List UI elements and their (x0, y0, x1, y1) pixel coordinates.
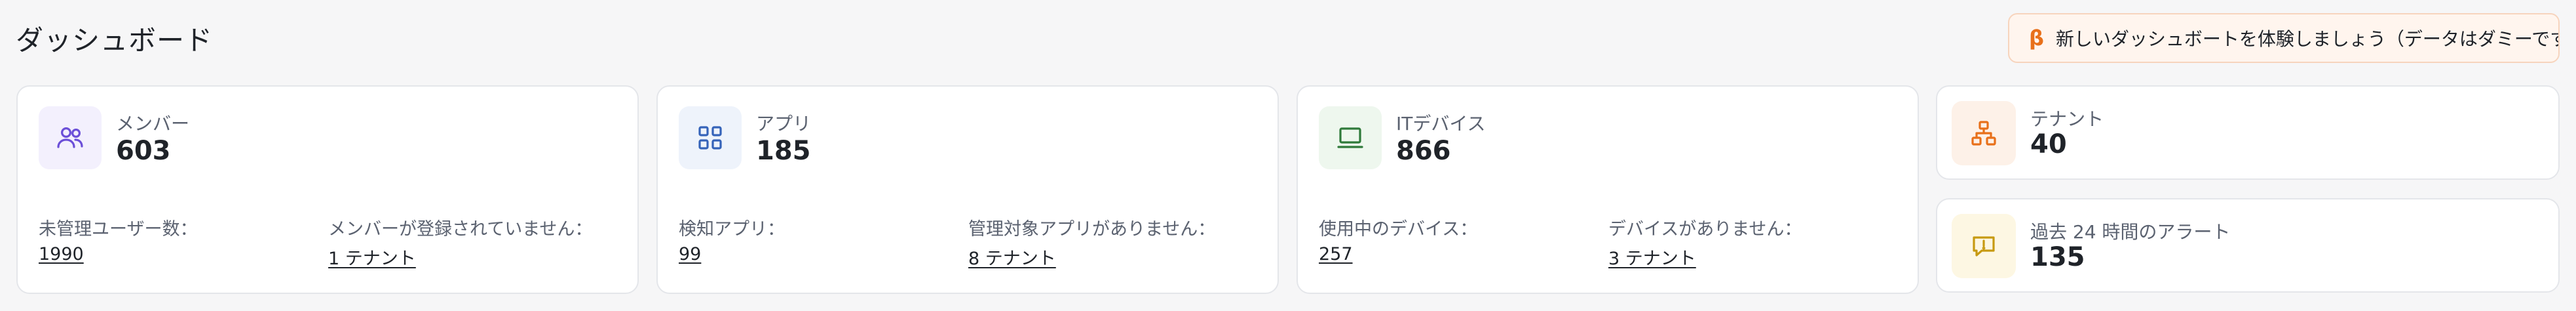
in-use-devices-label: 使用中のデバイス： (1319, 219, 1478, 239)
tenants-count: 40 (2030, 129, 2067, 159)
detected-apps-label: 検知アプリ： (679, 219, 785, 239)
tenants-card[interactable]: テナント 40 (1936, 85, 2560, 180)
devices-label: ITデバイス (1396, 113, 1486, 135)
apps-card: アプリ 185 検知アプリ： 99 管理対象アプリがありません： 8 テナント (656, 85, 1279, 294)
members-label: メンバー (116, 113, 190, 135)
beta-icon: β (2029, 26, 2044, 51)
alert-message-icon (1952, 214, 2016, 278)
tenants-label: テナント (2030, 108, 2104, 130)
no-managed-apps-tenants-link[interactable]: 8 テナント (968, 244, 1056, 270)
beta-banner[interactable]: β 新しいダッシュボートを体験しましょう（データはダミーです） (2008, 13, 2560, 63)
page-title: ダッシュボード (16, 24, 214, 56)
no-devices-label: デバイスがありません： (1608, 219, 1802, 239)
apps-label: アプリ (756, 113, 812, 135)
detected-apps-link[interactable]: 99 (679, 244, 701, 264)
apps-count: 185 (756, 136, 811, 166)
members-count: 603 (116, 136, 171, 166)
alerts-card[interactable]: 過去 24 時間のアラート 135 (1936, 198, 2560, 293)
alerts-label: 過去 24 時間のアラート (2030, 221, 2231, 243)
unmanaged-users-label: 未管理ユーザー数： (39, 219, 198, 239)
in-use-devices-link[interactable]: 257 (1319, 244, 1353, 264)
no-managed-apps-label: 管理対象アプリがありません： (968, 219, 1216, 239)
no-devices-tenants-link[interactable]: 3 テナント (1608, 244, 1696, 270)
users-icon (39, 106, 102, 169)
no-members-tenants-link[interactable]: 1 テナント (328, 244, 416, 270)
laptop-icon (1319, 106, 1382, 169)
devices-card: ITデバイス 866 使用中のデバイス： 257 デバイスがありません： 3 テ… (1297, 85, 1919, 294)
grid-icon (679, 106, 742, 169)
org-chart-icon (1952, 101, 2016, 165)
unmanaged-users-link[interactable]: 1990 (39, 244, 84, 264)
members-card: メンバー 603 未管理ユーザー数： 1990 メンバーが登録されていません： … (16, 85, 639, 294)
devices-count: 866 (1396, 136, 1451, 166)
beta-banner-text: 新しいダッシュボートを体験しましょう（データはダミーです） (2055, 28, 2560, 50)
alerts-count: 135 (2030, 242, 2085, 272)
no-members-label: メンバーが登録されていません： (328, 219, 593, 239)
